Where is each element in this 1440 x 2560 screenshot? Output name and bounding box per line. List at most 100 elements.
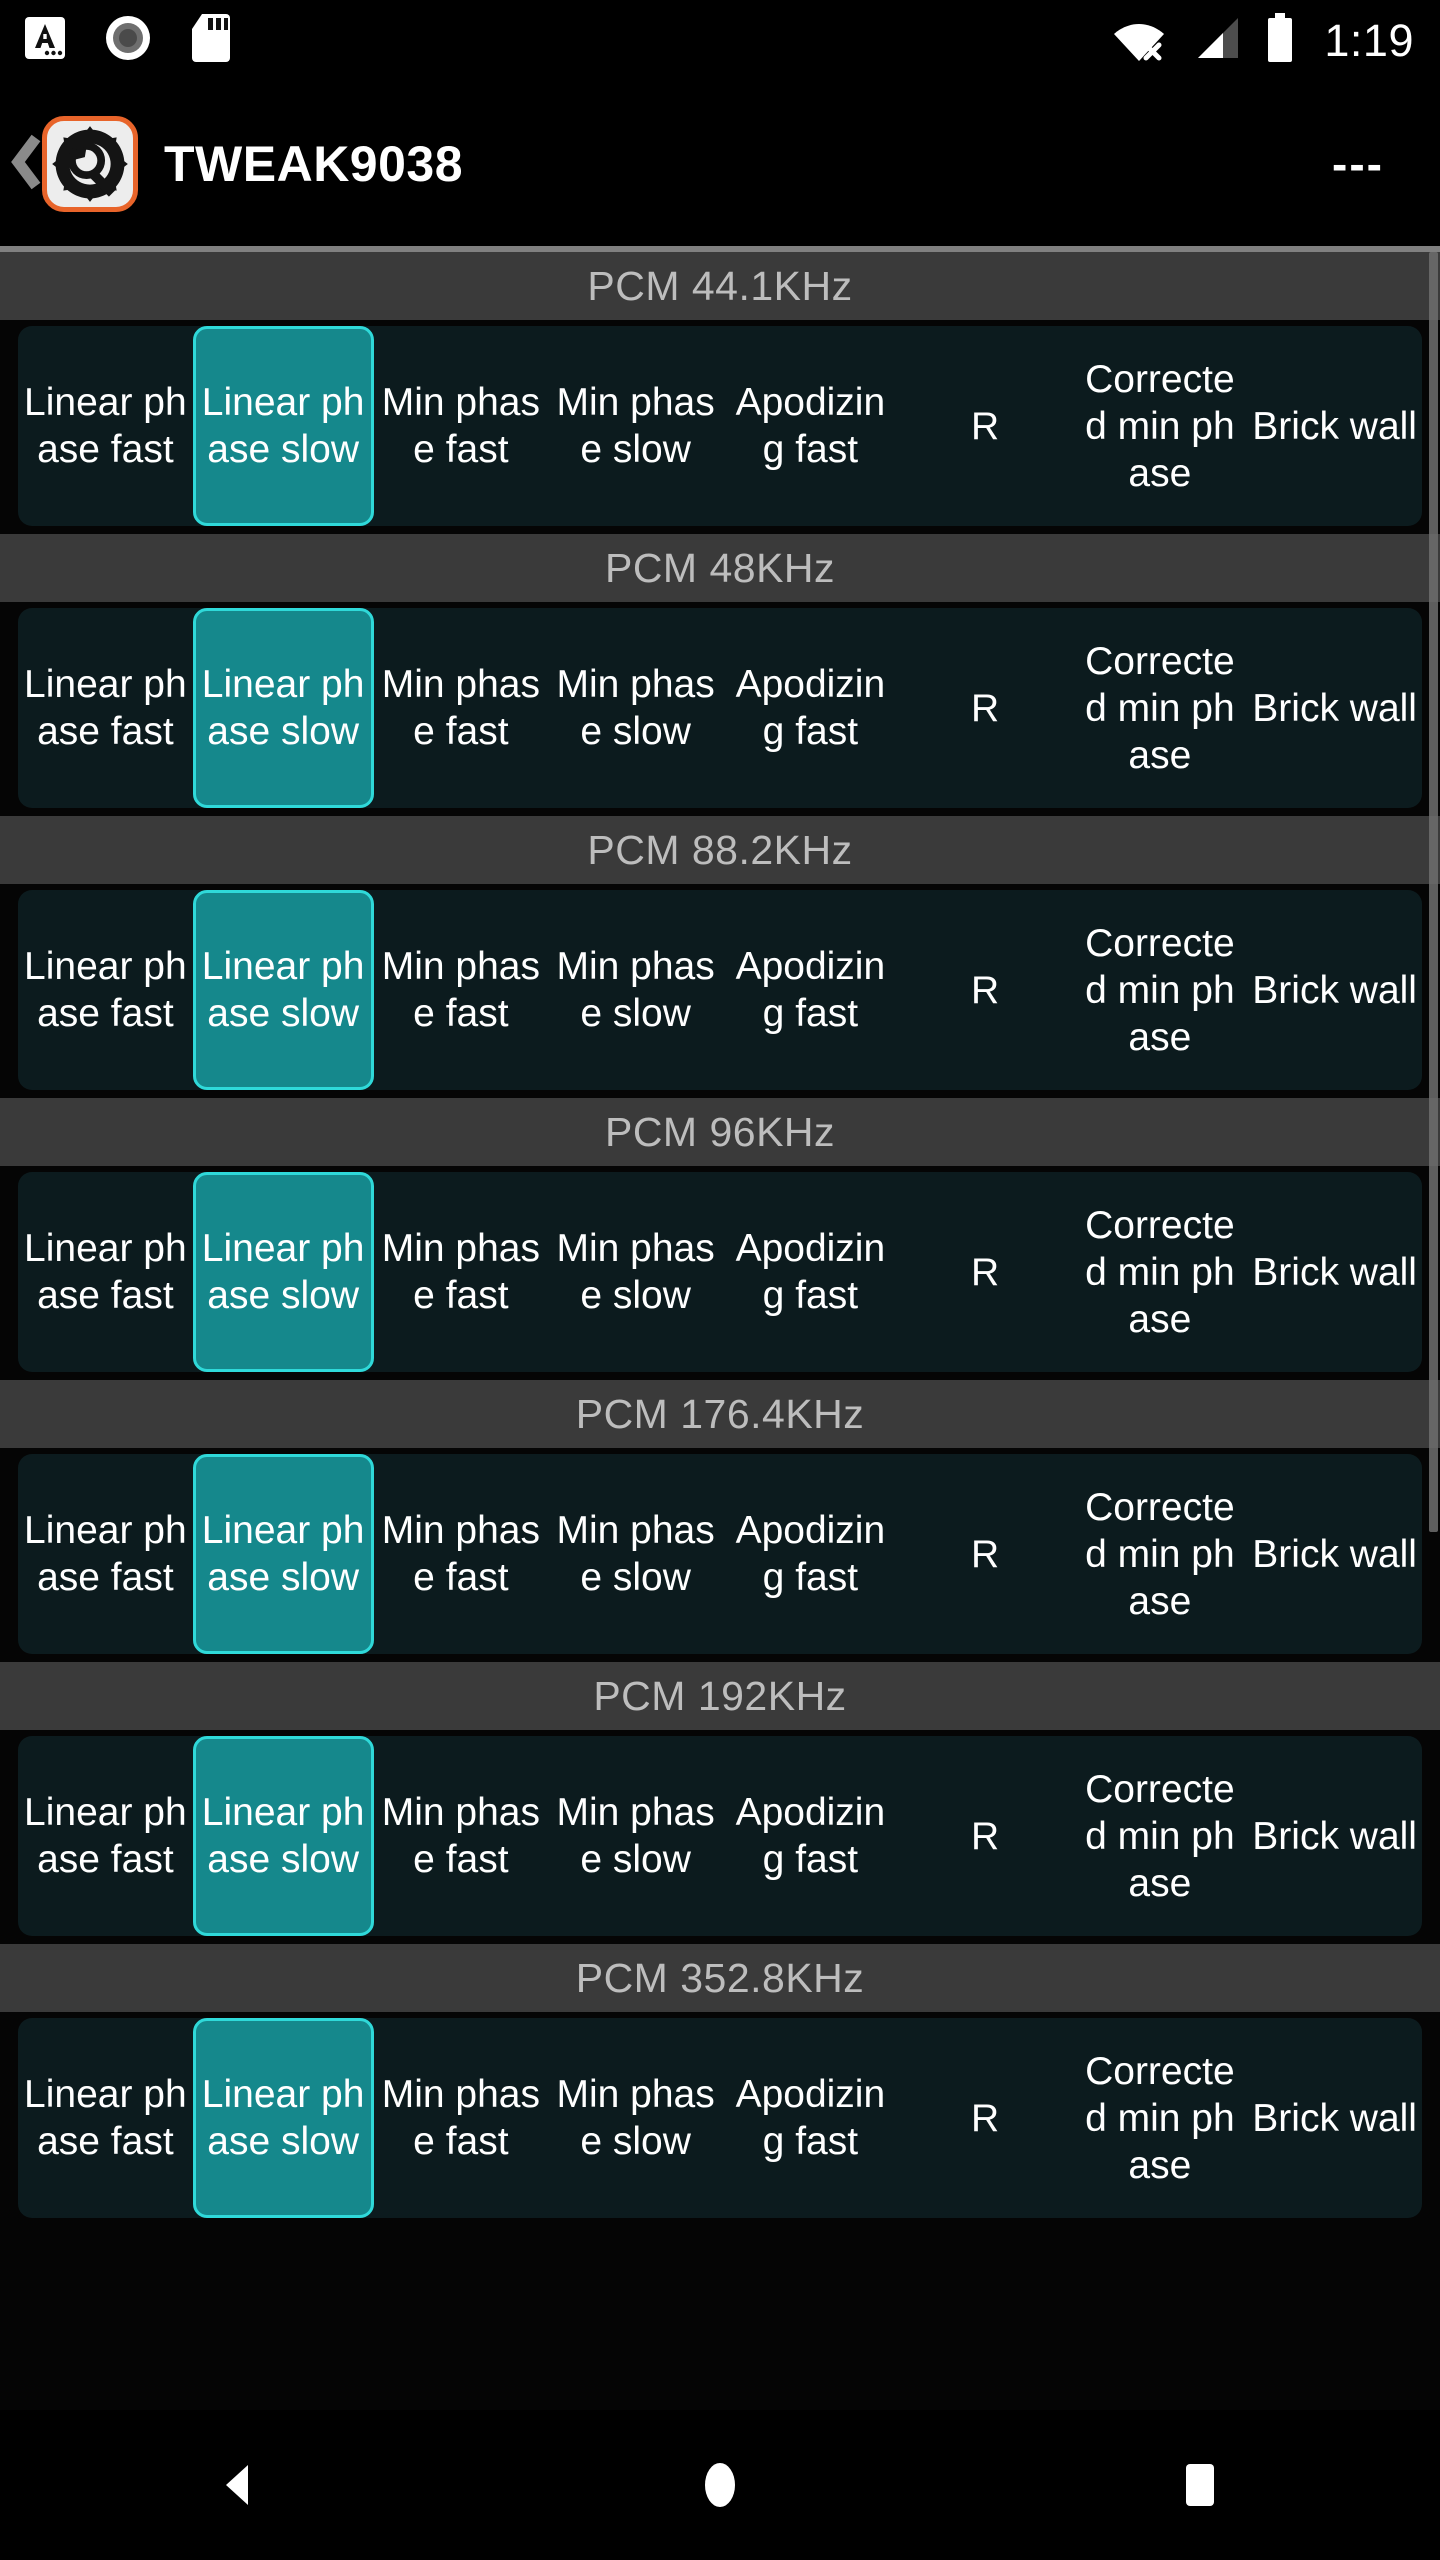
back-chevron-icon[interactable] bbox=[10, 132, 46, 197]
nav-recents-button[interactable] bbox=[1125, 2410, 1275, 2560]
filter-option-label: Min phase slow bbox=[556, 663, 715, 753]
filter-option-label: Apodizing fast bbox=[735, 1791, 886, 1881]
filter-option-label: Min phase fast bbox=[381, 381, 540, 471]
app-bar: TWEAK9038 --- bbox=[0, 80, 1440, 248]
filter-option-label: Linear phase slow bbox=[201, 1791, 365, 1881]
filter-option-button[interactable]: Brick wall bbox=[1247, 1454, 1422, 1654]
nav-back-button[interactable] bbox=[165, 2410, 315, 2560]
section-header-label: PCM 44.1KHz bbox=[587, 262, 853, 309]
filter-option-label: Corrected min phase bbox=[1085, 639, 1235, 777]
filter-option-label: Corrected min phase bbox=[1085, 357, 1235, 495]
filter-option-button[interactable]: Min phase slow bbox=[548, 1172, 723, 1372]
filter-option-button[interactable]: Apodizing fast bbox=[723, 2018, 898, 2218]
filter-option-button[interactable]: Linear phase fast bbox=[18, 2018, 193, 2218]
filter-option-button[interactable]: Corrected min phase bbox=[1073, 1736, 1248, 1936]
filter-option-button[interactable]: Corrected min phase bbox=[1073, 890, 1248, 1090]
filter-option-label: Brick wall bbox=[1252, 404, 1417, 448]
filter-option-button[interactable]: Corrected min phase bbox=[1073, 2018, 1248, 2218]
filter-option-button[interactable]: R bbox=[898, 1172, 1073, 1372]
section-header-label: PCM 48KHz bbox=[604, 544, 836, 591]
filter-option-button[interactable]: R bbox=[898, 326, 1073, 526]
filter-option-button[interactable]: Min phase slow bbox=[548, 1454, 723, 1654]
filter-option-button[interactable]: Min phase fast bbox=[374, 1172, 549, 1372]
vertical-scrollbar[interactable] bbox=[1428, 252, 1440, 2410]
section-header: PCM 176.4KHz bbox=[0, 1380, 1440, 1448]
gear-wrench-icon[interactable] bbox=[42, 116, 138, 212]
filter-option-button[interactable]: Min phase fast bbox=[374, 2018, 549, 2218]
filter-option-button[interactable]: Brick wall bbox=[1247, 1736, 1422, 1936]
filter-option-label: Corrected min phase bbox=[1085, 1203, 1235, 1341]
filter-option-button[interactable]: Brick wall bbox=[1247, 1172, 1422, 1372]
filter-option-button[interactable]: Min phase fast bbox=[374, 1736, 549, 1936]
filter-option-label: Linear phase fast bbox=[24, 1791, 187, 1881]
filter-option-button[interactable]: Min phase fast bbox=[374, 608, 549, 808]
filter-option-button[interactable]: Min phase slow bbox=[548, 608, 723, 808]
filter-option-label: Min phase slow bbox=[556, 1791, 715, 1881]
filter-option-button[interactable]: Corrected min phase bbox=[1073, 1172, 1248, 1372]
filter-option-button[interactable]: Apodizing fast bbox=[723, 608, 898, 808]
filter-option-label: Linear phase fast bbox=[24, 663, 187, 753]
filter-option-button[interactable]: Corrected min phase bbox=[1073, 326, 1248, 526]
filter-option-button[interactable]: Linear phase slow bbox=[192, 608, 374, 808]
filter-option-button[interactable]: Linear phase slow bbox=[192, 1454, 374, 1654]
filter-option-button[interactable]: Brick wall bbox=[1247, 890, 1422, 1090]
battery-full-icon bbox=[1264, 12, 1296, 68]
filter-option-button[interactable]: Linear phase slow bbox=[192, 326, 374, 526]
filter-option-button[interactable]: Min phase fast bbox=[374, 326, 549, 526]
filter-option-button[interactable]: Min phase slow bbox=[548, 326, 723, 526]
filter-option-button[interactable]: Linear phase fast bbox=[18, 608, 193, 808]
filter-option-label: R bbox=[971, 686, 1000, 730]
overflow-menu-button[interactable]: --- bbox=[1332, 141, 1384, 187]
filter-option-button[interactable]: Linear phase slow bbox=[192, 1736, 374, 1936]
filter-option-button[interactable]: Corrected min phase bbox=[1073, 608, 1248, 808]
filter-option-button[interactable]: Min phase slow bbox=[548, 2018, 723, 2218]
filter-option-button[interactable]: Linear phase fast bbox=[18, 890, 193, 1090]
filter-option-button[interactable]: R bbox=[898, 2018, 1073, 2218]
filter-option-button[interactable]: Min phase slow bbox=[548, 890, 723, 1090]
scrollbar-thumb[interactable] bbox=[1429, 252, 1438, 1532]
filter-option-button[interactable]: Linear phase fast bbox=[18, 1736, 193, 1936]
filter-option-button[interactable]: Corrected min phase bbox=[1073, 1454, 1248, 1654]
filter-option-label: Min phase fast bbox=[381, 1791, 540, 1881]
filter-option-button[interactable]: R bbox=[898, 1736, 1073, 1936]
filter-option-button[interactable]: Min phase slow bbox=[548, 1736, 723, 1936]
filter-row: Linear phase fast Linear phase slow Min ph… bbox=[18, 1736, 1422, 1936]
filter-option-label: Linear phase fast bbox=[24, 381, 187, 471]
filter-option-button[interactable]: Min phase fast bbox=[374, 1454, 549, 1654]
filter-option-button[interactable]: Apodizing fast bbox=[723, 1454, 898, 1654]
filter-option-label: Min phase slow bbox=[556, 1227, 715, 1317]
filter-option-label: R bbox=[971, 968, 1000, 1012]
nav-home-button[interactable] bbox=[645, 2410, 795, 2560]
filter-option-button[interactable]: Linear phase fast bbox=[18, 1172, 193, 1372]
status-bar-left-icons bbox=[0, 11, 232, 70]
filter-sections-list[interactable]: PCM 44.1KHz Linear phase fast Linear phase… bbox=[0, 252, 1440, 2410]
app-screen: 1:19 TWEAK9038 --- PCM 44.1KHz Linear ph… bbox=[0, 0, 1440, 2560]
filter-option-label: Linear phase fast bbox=[24, 945, 187, 1035]
filter-option-button[interactable]: Apodizing fast bbox=[723, 1736, 898, 1936]
filter-option-button[interactable]: R bbox=[898, 608, 1073, 808]
filter-option-button[interactable]: R bbox=[898, 890, 1073, 1090]
filter-option-button[interactable]: Brick wall bbox=[1247, 608, 1422, 808]
filter-option-label: Apodizing fast bbox=[735, 1509, 886, 1599]
filter-row: Linear phase fast Linear phase slow Min ph… bbox=[18, 890, 1422, 1090]
filter-option-label: Linear phase fast bbox=[24, 1509, 187, 1599]
filter-option-label: R bbox=[971, 404, 1000, 448]
filter-option-button[interactable]: Linear phase slow bbox=[192, 1172, 374, 1372]
filter-row-container: Linear phase fast Linear phase slow Min ph… bbox=[0, 602, 1440, 816]
filter-option-button[interactable]: Apodizing fast bbox=[723, 1172, 898, 1372]
filter-option-button[interactable]: Linear phase slow bbox=[192, 890, 374, 1090]
section-header: PCM 44.1KHz bbox=[0, 252, 1440, 320]
filter-option-button[interactable]: Min phase fast bbox=[374, 890, 549, 1090]
filter-option-button[interactable]: Linear phase fast bbox=[18, 1454, 193, 1654]
filter-option-button[interactable]: Brick wall bbox=[1247, 2018, 1422, 2218]
filter-row: Linear phase fast Linear phase slow Min ph… bbox=[18, 1172, 1422, 1372]
filter-option-button[interactable]: Apodizing fast bbox=[723, 326, 898, 526]
filter-option-button[interactable]: Linear phase slow bbox=[192, 2018, 374, 2218]
filter-option-button[interactable]: R bbox=[898, 1454, 1073, 1654]
wifi-off-icon bbox=[1110, 14, 1168, 67]
filter-option-label: Min phase fast bbox=[381, 1227, 540, 1317]
filter-option-button[interactable]: Apodizing fast bbox=[723, 890, 898, 1090]
filter-row: Linear phase fast Linear phase slow Min ph… bbox=[18, 1454, 1422, 1654]
filter-option-button[interactable]: Linear phase fast bbox=[18, 326, 193, 526]
filter-option-button[interactable]: Brick wall bbox=[1247, 326, 1422, 526]
